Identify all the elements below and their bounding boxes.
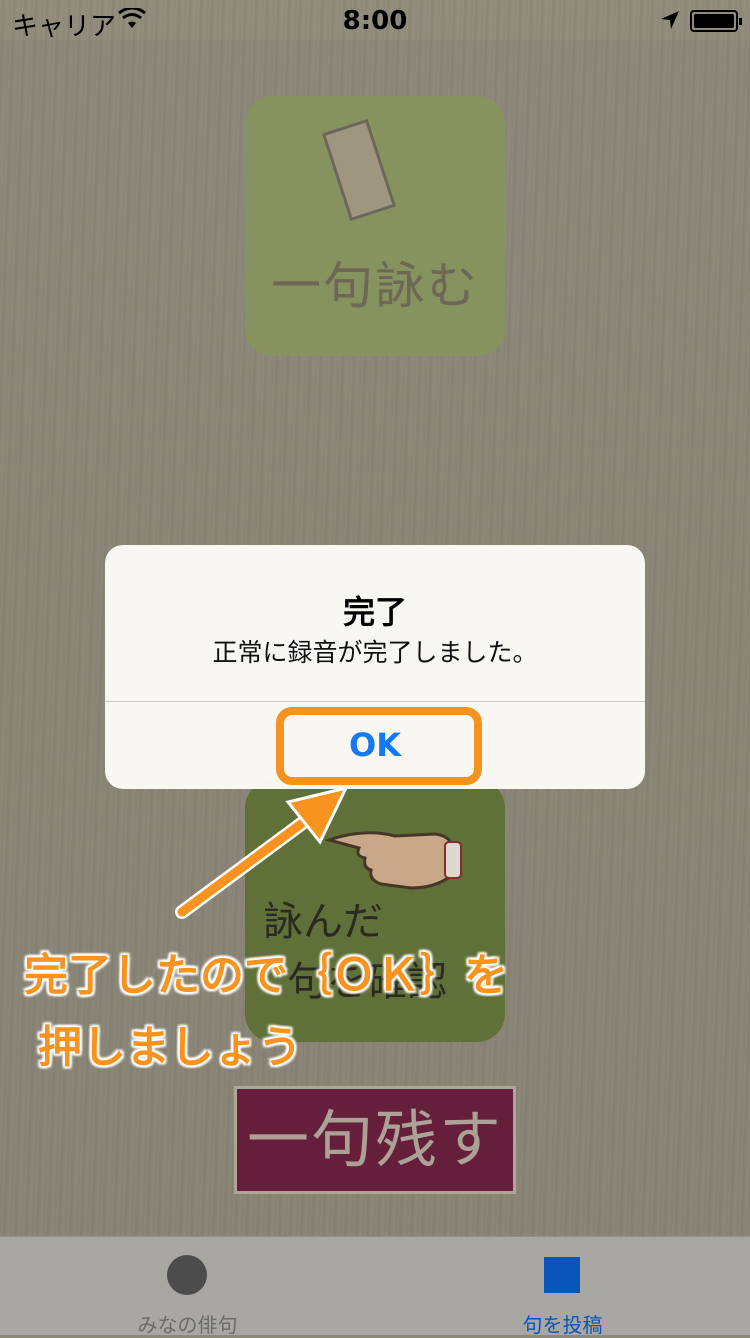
tab-bar: みなの俳句 句を投稿 — [0, 1236, 750, 1337]
tab-post-haiku[interactable]: 句を投稿 — [375, 1237, 750, 1337]
circle-icon — [167, 1255, 207, 1295]
alert-title: 完了 — [342, 593, 407, 631]
status-bar: キャリア 8:00 — [0, 0, 750, 42]
annotation-line2: 押しましょう — [38, 1022, 302, 1073]
annotation-line1: 完了したので｛ＯＫ｝を — [24, 950, 508, 1001]
tab-everyone-haiku[interactable]: みなの俳句 — [0, 1237, 375, 1337]
annotation-arrow-icon — [175, 785, 349, 919]
battery-icon — [690, 10, 742, 32]
square-icon — [544, 1257, 580, 1293]
clock-time: 8:00 — [342, 6, 408, 36]
annotation-caption: 完了したので｛ＯＫ｝を 押しましょう — [24, 940, 724, 1084]
alert-message: 正常に録音が完了しました。 — [212, 638, 538, 667]
location-arrow-icon — [661, 11, 679, 29]
